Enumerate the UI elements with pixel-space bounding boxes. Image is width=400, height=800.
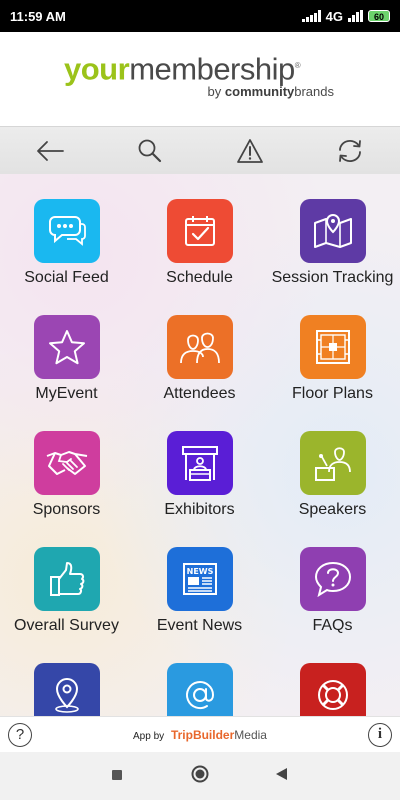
tile-overall-survey[interactable]: Overall Survey	[0, 547, 133, 635]
logo: yourmembership®	[64, 51, 301, 87]
search-button[interactable]	[100, 127, 200, 174]
tile-icon-box	[166, 315, 233, 379]
calendar-check-icon	[184, 216, 215, 246]
tile-sponsors[interactable]: Sponsors	[0, 431, 133, 519]
signal-icon	[301, 10, 321, 22]
tile-label: Sponsors	[32, 501, 101, 518]
tile-icon-box	[299, 547, 366, 611]
at-sign-icon	[185, 681, 214, 709]
tile-icon-box	[166, 199, 233, 263]
search-icon	[138, 139, 162, 162]
map-pin-icon	[313, 213, 352, 248]
tile-icon-box	[33, 315, 100, 379]
home-button[interactable]	[191, 765, 209, 788]
menu-grid: Social Feed Schedule Session Tracking My…	[0, 174, 400, 716]
tile-attendees[interactable]: Attendees	[133, 315, 266, 403]
tile-faqs[interactable]: FAQs	[266, 547, 399, 635]
logo-community: community	[224, 84, 295, 99]
recents-square-icon	[112, 770, 122, 780]
tile-label: Speakers	[298, 501, 367, 518]
life-ring-icon	[317, 680, 348, 710]
back-button[interactable]	[0, 127, 100, 174]
svg-text:NEWS: NEWS	[186, 567, 213, 576]
tile-icon-box	[33, 199, 100, 263]
tile-label: MyEvent	[35, 385, 98, 402]
question-bubble-icon	[314, 561, 351, 598]
status-time: 11:59 AM	[10, 8, 66, 24]
logo-by: by	[207, 84, 222, 99]
tile-icon-box	[33, 431, 100, 495]
tile-schedule[interactable]: Schedule	[133, 199, 266, 287]
tile-label: Attendees	[163, 385, 236, 402]
system-back-button[interactable]	[275, 767, 288, 786]
booth-icon	[181, 446, 218, 481]
tile-icon-box	[299, 315, 366, 379]
tile-icon-box	[166, 663, 233, 716]
tile-help[interactable]	[266, 663, 399, 716]
battery-icon: 60	[368, 10, 390, 22]
tile-label: Social Feed	[24, 269, 109, 286]
refresh-icon	[339, 139, 361, 162]
footer-branding: App by TripBuilderMedia	[0, 728, 400, 742]
toolbar	[0, 126, 400, 174]
star-icon	[48, 330, 85, 365]
tile-icon-box	[33, 663, 100, 716]
logo-brands: brands	[294, 84, 334, 99]
tile-label: Schedule	[166, 269, 233, 286]
footer: ? App by TripBuilderMedia i	[0, 716, 400, 752]
tile-event-news[interactable]: NEWS Event News	[133, 547, 266, 635]
cellular-signal-icon	[348, 10, 363, 22]
tile-label: Session Tracking	[271, 269, 394, 286]
tile-label: Floor Plans	[292, 385, 373, 402]
app-by-label: App by	[133, 731, 165, 742]
alerts-button[interactable]	[200, 127, 300, 174]
newspaper-icon: NEWS	[182, 563, 217, 595]
tile-speakers[interactable]: Speakers	[266, 431, 399, 519]
status-bar: 11:59 AM 4G 60	[0, 0, 400, 32]
speaker-podium-icon	[314, 447, 351, 481]
back-triangle-icon	[276, 768, 287, 780]
recents-button[interactable]	[111, 768, 123, 786]
warning-icon	[237, 138, 263, 163]
logo-byline: by communitybrands	[208, 84, 334, 99]
handshake-icon	[46, 451, 87, 475]
tile-social-feed[interactable]: Social Feed	[0, 199, 133, 287]
refresh-button[interactable]	[300, 127, 400, 174]
tile-myevent[interactable]: MyEvent	[0, 315, 133, 403]
home-circle-icon	[191, 765, 209, 783]
status-icons: 4G 60	[301, 8, 390, 24]
chat-bubbles-icon	[48, 216, 86, 246]
tile-location[interactable]	[0, 663, 133, 716]
network-type: 4G	[325, 8, 343, 24]
battery-level: 60	[373, 12, 384, 22]
location-pin-icon	[54, 677, 79, 713]
back-arrow-icon	[37, 140, 64, 161]
thumbs-up-icon	[49, 562, 84, 596]
tile-floor-plans[interactable]: Floor Plans	[266, 315, 399, 403]
tile-label: Event News	[156, 617, 243, 634]
people-icon	[179, 332, 220, 364]
logo-your: your	[64, 51, 130, 87]
tile-session-tracking[interactable]: Session Tracking	[266, 199, 399, 287]
tile-label: Overall Survey	[14, 617, 119, 634]
floor-plan-icon	[315, 330, 350, 364]
tile-icon-box: NEWS	[166, 547, 233, 611]
tile-label: Exhibitors	[164, 501, 235, 518]
system-nav-bar	[0, 752, 400, 800]
logo-membership: membership	[129, 51, 295, 87]
brand-media: Media	[234, 728, 267, 742]
brand-tripbuilder: TripBuilder	[170, 728, 235, 742]
tile-exhibitors[interactable]: Exhibitors	[133, 431, 266, 519]
tile-icon-box	[299, 431, 366, 495]
tile-icon-box	[299, 199, 366, 263]
tile-label: FAQs	[312, 617, 353, 634]
app-header: yourmembership® by communitybrands	[0, 32, 400, 126]
tile-icon-box	[33, 547, 100, 611]
tile-contact[interactable]	[133, 663, 266, 716]
info-button[interactable]: i	[368, 723, 392, 747]
tile-icon-box	[166, 431, 233, 495]
tile-icon-box	[299, 663, 366, 716]
